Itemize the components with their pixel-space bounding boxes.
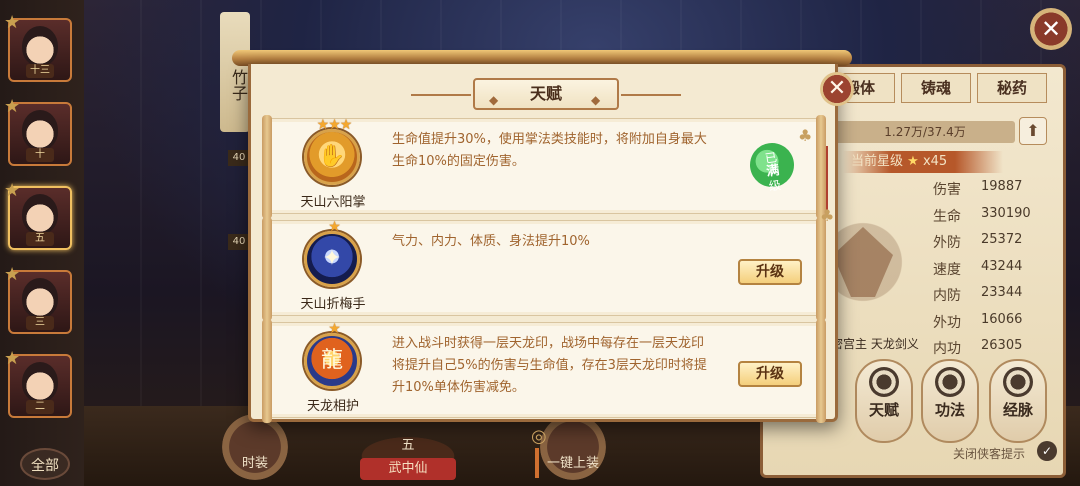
dialog-title-text: 天赋 [529,84,562,103]
stat-label: 伤害 [933,182,961,198]
meridian-icon [1003,367,1033,397]
close-hint-label: 关闭侠客提示 [953,447,1026,461]
star-level-row: 当前星级 ★ x45 [843,151,1003,173]
arrow-up-icon[interactable]: ⬆ [1019,117,1047,145]
tab-miyao[interactable]: 秘药 [977,73,1047,103]
upgrade-button[interactable]: 升级 [738,361,802,387]
star-icon: ★ [4,264,21,285]
skill-icon [935,367,965,397]
star-rating: ★ [328,219,341,235]
stat-label: 外防 [933,235,961,251]
skill-button[interactable]: 功法 [921,359,979,443]
stat-row: 速度 43244 [933,259,1063,286]
upgrade-button[interactable]: 升级 [738,259,802,285]
hero-tag: 十三 [26,64,54,78]
stat-label: 生命 [933,208,961,225]
stat-row: 内防 23344 [933,285,1063,312]
dragon-icon: 龍 [304,333,360,389]
hero-list: ★ 十三 ★ 十 ★ 五 ★ 三 ★ 二 [0,0,84,486]
talent-description: 生命值提升30%，使用掌法类技能时，将附加自身最大生命10%的固定伤害。 [392,132,707,169]
talent-name: 天山六阳掌 [300,195,366,210]
star-rating: ★ [328,321,341,337]
level-badge: 40 [228,150,250,166]
checkmark-icon[interactable]: ✓ [1037,441,1057,461]
stat-row: 伤害 19887 [933,179,1063,206]
meridian-button-label: 经脉 [1002,401,1033,419]
hero-portrait [22,110,58,150]
tassel-icon: ♣ [820,206,835,225]
star-icon: ★ [4,180,21,201]
hero-card[interactable]: ★ 三 [4,264,72,334]
formation-number: 五 [401,438,415,453]
charm-icon: ◎ [531,426,547,447]
close-icon[interactable]: ✕ [820,72,854,106]
character-name-scroll: 竹子 [220,12,250,132]
star-level-label: 当前星级 [851,154,904,169]
talent-name: 天山折梅手 [300,297,366,312]
progress-bar: 1.27万/37.4万 [835,121,1015,143]
hero-portrait [22,194,58,234]
talent-dialog: ◆ 天赋 ◆ ✋ ★★★ 天山六阳掌 生命值提升30%，使用掌法类技能时，将附加… [232,50,854,478]
stat-value: 43244 [981,258,1023,274]
close-icon[interactable]: ✕ [1030,8,1072,50]
star-count: x45 [922,154,948,169]
sect-text: 密宫主 天龙剑义 [831,337,919,351]
hero-card[interactable]: ★ 十三 [4,12,72,82]
title-ornament [621,94,681,96]
stat-value: 19887 [981,179,1023,194]
meridian-button[interactable]: 经脉 [989,359,1047,443]
star-icon: ★ [4,12,21,33]
stat-label: 速度 [933,261,961,278]
talent-name: 天龙相护 [306,399,359,414]
hero-card-selected[interactable]: ★ 五 [4,180,72,250]
tab-zhuhun[interactable]: 铸魂 [901,73,971,103]
hero-tag: 三 [26,316,54,330]
hero-portrait [22,362,58,402]
hero-card[interactable]: ★ 十 [4,96,72,166]
all-heroes-button[interactable]: 全部 [20,448,70,480]
talent-row: ✦ ★ 天山折梅手 气力、内力、体质、身法提升10% 升级 [262,217,826,321]
diamond-icon: ◆ [489,93,499,107]
dialog-title: ◆ 天赋 ◆ [473,78,619,110]
talent-button[interactable]: 天赋 [855,359,913,443]
stat-value: 23344 [981,285,1023,300]
title-ornament [411,94,471,96]
talent-row: ✋ ★★★ 天山六阳掌 生命值提升30%，使用掌法类技能时，将附加自身最大生命1… [262,115,826,219]
charm-cord [535,448,539,478]
max-level-seal: 已 满 级 [747,140,797,194]
stat-row: 外功 16066 [933,312,1063,339]
hero-card[interactable]: ★ 二 [4,348,72,418]
diamond-icon: ◆ [591,93,601,107]
tassel-icon: ♣ [798,126,813,145]
hero-tag: 十 [26,148,54,162]
talent-row: 龍 ★ 天龙相护 进入战斗时获得一层天龙印，战场中每存在一层天龙印将提升自己5%… [262,319,826,423]
stat-value: 25372 [981,232,1023,247]
dialog-body: ◆ 天赋 ◆ ✋ ★★★ 天山六阳掌 生命值提升30%，使用掌法类技能时，将附加… [248,64,838,423]
skill-button-label: 功法 [934,401,965,419]
level-badge: 40 [228,234,250,250]
hero-tag: 五 [26,232,54,246]
stat-value: 16066 [981,311,1023,327]
hero-portrait [22,26,58,66]
stat-list: 伤害 19887 生命 330190 外防 25372 速度 43244 内防 23344… [933,179,1063,365]
star-rating: ★★★ [316,117,353,133]
palm-icon: ✋ [304,129,360,185]
stat-row: 生命 330190 [933,206,1063,233]
stat-label: 外功 [933,314,961,331]
star-icon: ★ [4,96,21,117]
star-icon: ★ [907,154,919,169]
hero-portrait [22,278,58,318]
character-title: 武中仙 [360,458,456,480]
stat-row: 外防 25372 [933,232,1063,259]
talent-description: 气力、内力、体质、身法提升10% [392,234,590,249]
talent-description: 进入战斗时获得一层天龙印，战场中每存在一层天龙印将提升自己5%的伤害与生命值，存… [392,336,707,395]
talent-icon [869,367,899,397]
stat-value: 330190 [981,205,1031,221]
stat-label: 内防 [933,288,961,304]
talent-button-label: 天赋 [868,401,899,419]
hero-tag: 二 [26,400,54,414]
plum-strike-icon: ✦ [304,231,360,287]
star-icon: ★ [4,348,21,369]
